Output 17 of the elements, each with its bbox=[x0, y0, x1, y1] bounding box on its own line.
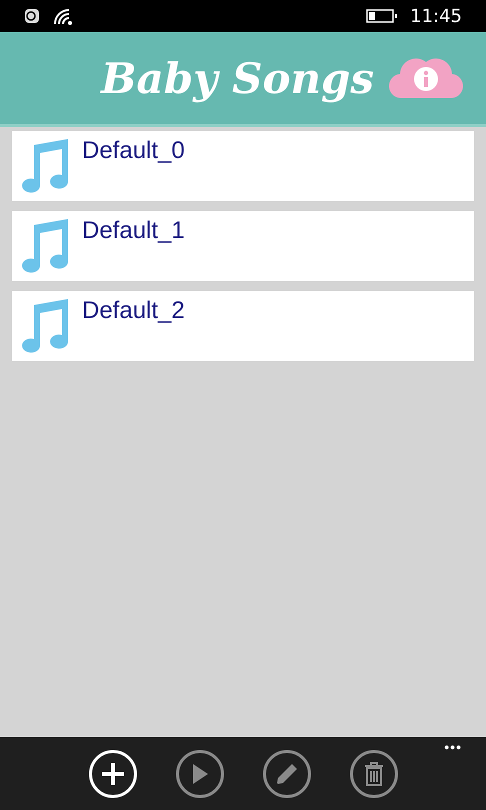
pencil-icon bbox=[274, 762, 298, 786]
battery-icon bbox=[366, 9, 398, 23]
song-item[interactable]: Default_2 bbox=[12, 291, 474, 361]
song-name: Default_2 bbox=[82, 297, 185, 325]
more-button[interactable]: ••• bbox=[444, 739, 462, 755]
trash-icon bbox=[364, 762, 384, 786]
play-icon bbox=[190, 762, 208, 784]
plus-icon bbox=[100, 760, 126, 786]
song-item[interactable]: Default_0 bbox=[12, 131, 474, 201]
add-button[interactable] bbox=[88, 750, 136, 798]
app-title: Baby Songs bbox=[101, 54, 374, 102]
song-name: Default_1 bbox=[82, 217, 185, 245]
song-name: Default_0 bbox=[82, 137, 185, 165]
clock-time: 11:45 bbox=[410, 6, 462, 26]
song-item[interactable]: Default_1 bbox=[12, 211, 474, 281]
wifi-icon bbox=[52, 7, 74, 25]
notification-icon bbox=[24, 8, 40, 24]
